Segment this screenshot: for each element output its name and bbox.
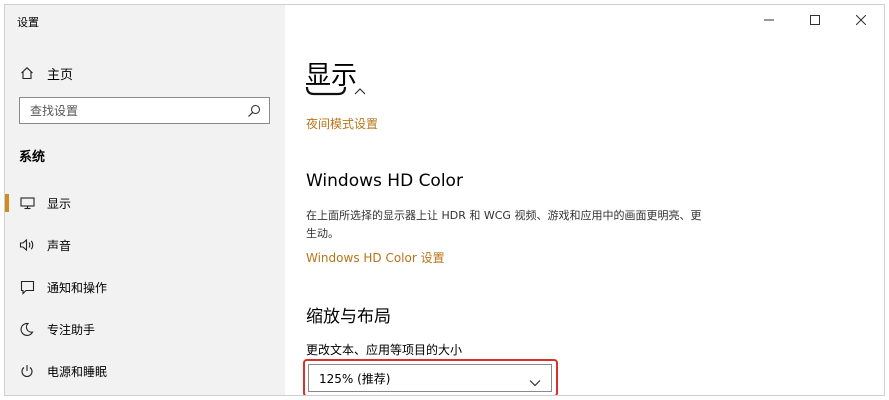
scale-dropdown[interactable]: 125% (推荐) <box>308 364 552 392</box>
speaker-icon <box>19 237 35 253</box>
sidebar-item-label: 专注助手 <box>47 322 96 337</box>
sidebar-item-label: 声音 <box>47 238 72 253</box>
night-light-toggle[interactable] <box>305 85 365 99</box>
search-input[interactable] <box>20 98 245 123</box>
sidebar-item-focus-assist[interactable]: 专注助手 <box>5 312 285 346</box>
maximize-button[interactable] <box>792 5 838 35</box>
notification-icon <box>19 279 35 295</box>
hd-color-heading: Windows HD Color <box>306 171 463 191</box>
monitor-icon <box>19 195 35 211</box>
moon-icon <box>19 321 35 337</box>
sidebar-home[interactable]: 主页 <box>19 63 73 83</box>
sidebar-item-label: 电源和睡眠 <box>47 364 108 379</box>
hd-color-settings-link[interactable]: Windows HD Color 设置 <box>306 249 445 266</box>
window-controls <box>746 5 884 35</box>
sidebar-item-sound[interactable]: 声音 <box>5 228 285 262</box>
search-box <box>19 97 270 124</box>
sidebar-item-notifications[interactable]: 通知和操作 <box>5 270 285 304</box>
scale-heading: 缩放与布局 <box>306 307 391 327</box>
active-indicator <box>5 194 9 212</box>
chevron-down-icon <box>529 373 541 387</box>
window-title: 设置 <box>17 16 39 29</box>
night-light-settings-link[interactable]: 夜间模式设置 <box>306 115 378 132</box>
sidebar-item-power-sleep[interactable]: 电源和睡眠 <box>5 354 285 388</box>
main-content: 显示 夜间模式设置 Windows HD Color 在上面所选择的显示器上让 … <box>285 5 884 395</box>
sidebar-item-display[interactable]: 显示 <box>5 186 285 220</box>
hd-color-description: 在上面所选择的显示器上让 HDR 和 WCG 视频、游戏和应用中的画面更明亮、更… <box>306 209 702 240</box>
power-icon <box>19 363 35 379</box>
close-button[interactable] <box>838 5 884 35</box>
search-icon[interactable] <box>247 103 261 117</box>
settings-window: 设置 主页 系统 显示 声音 <box>4 4 885 396</box>
home-icon <box>19 65 35 81</box>
scale-selected-value: 125% (推荐) <box>319 371 391 386</box>
sidebar-item-label: 显示 <box>47 196 72 211</box>
scale-label: 更改文本、应用等项目的大小 <box>306 343 463 357</box>
minimize-button[interactable] <box>746 5 792 35</box>
sidebar-item-label: 通知和操作 <box>47 280 108 295</box>
sidebar: 设置 主页 系统 显示 声音 <box>5 5 285 395</box>
section-title: 系统 <box>19 150 46 165</box>
home-label: 主页 <box>47 67 74 83</box>
